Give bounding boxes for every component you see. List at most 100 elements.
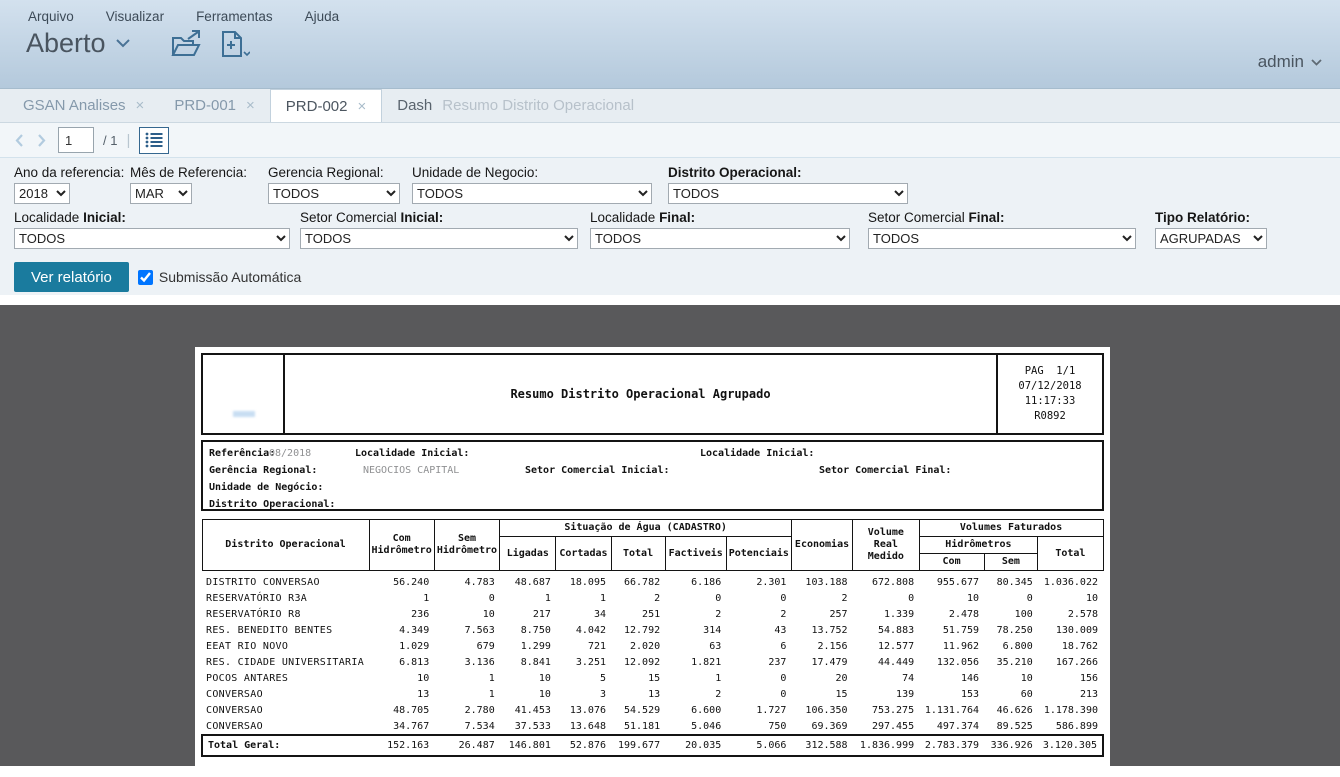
unidade-negocio-select[interactable]: TODOS (412, 183, 652, 204)
gerencia-regional-select[interactable]: TODOS (268, 183, 400, 204)
cell-value: 1.299 (500, 638, 556, 654)
localidade-inicial-select[interactable]: TODOS (14, 228, 290, 249)
total-value: 3.120.305 (1038, 735, 1103, 756)
cell-value: 2.478 (919, 606, 984, 622)
cell-value: 4.042 (556, 622, 611, 638)
total-value: 20.035 (665, 735, 726, 756)
total-value: 5.066 (726, 735, 791, 756)
tab-prd-002[interactable]: PRD-002 × (270, 89, 382, 122)
cell-value: 0 (726, 686, 791, 702)
table-row: RESERVATÓRIO R82361021734251222571.3392.… (202, 606, 1103, 622)
tab-prd-001[interactable]: PRD-001 × (159, 89, 269, 122)
tab-label: PRD-001 (174, 97, 236, 114)
pager-toolbar: / 1 | (0, 123, 1340, 158)
localidade-final-select[interactable]: TODOS (590, 228, 850, 249)
cell-distrito: RESERVATÓRIO R3A (202, 590, 369, 606)
cell-value: 314 (665, 622, 726, 638)
submissao-automatica-checkbox[interactable] (138, 270, 153, 285)
list-icon (145, 132, 163, 148)
cell-value: 48.705 (369, 702, 434, 718)
cell-value: 2.578 (1038, 606, 1103, 622)
cell-value: 1.178.390 (1038, 702, 1103, 718)
cell-value: 100 (984, 606, 1038, 622)
report-date: 07/12/2018 (1018, 379, 1081, 394)
cell-value: 721 (556, 638, 611, 654)
setor-comercial-final-select[interactable]: TODOS (868, 228, 1136, 249)
menu-arquivo[interactable]: Arquivo (28, 9, 74, 24)
col-economias: Economias (791, 520, 852, 571)
cell-value: 297.455 (853, 718, 920, 735)
cell-value: 10 (1038, 590, 1103, 606)
cell-value: 66.782 (611, 571, 665, 591)
mes-referencia-select[interactable]: MAR (130, 183, 192, 204)
cell-value: 3.251 (556, 654, 611, 670)
cell-value: 15 (611, 670, 665, 686)
cell-value: 1.821 (665, 654, 726, 670)
meta-distrito-label: Distrito Operacional: (209, 499, 335, 510)
open-dropdown-button[interactable]: Aberto (26, 28, 130, 59)
col-potenciais: Potenciais (726, 537, 791, 571)
menu-visualizar[interactable]: Visualizar (106, 9, 164, 24)
cell-value: 13.648 (556, 718, 611, 735)
user-menu[interactable]: admin (1258, 52, 1322, 72)
cell-value: 69.369 (791, 718, 852, 735)
col-vf-total: Total (1038, 537, 1103, 571)
cell-value: 54.883 (853, 622, 920, 638)
cell-value: 753.275 (853, 702, 920, 718)
cell-value: 78.250 (984, 622, 1038, 638)
total-value: 52.876 (556, 735, 611, 756)
tab-gsan-analises[interactable]: GSAN Analises × (8, 89, 159, 122)
cell-value: 3 (556, 686, 611, 702)
report-table-header: Distrito Operacional Com Hidrômetro Sem … (202, 520, 1103, 571)
table-row: CONVERSAO48.7052.78041.45313.07654.5296.… (202, 702, 1103, 718)
next-page-icon[interactable] (35, 130, 49, 150)
app-header: Arquivo Visualizar Ferramentas Ajuda Abe… (0, 0, 1340, 89)
total-value: 1.836.999 (853, 735, 920, 756)
close-icon[interactable]: × (357, 98, 366, 115)
tab-dash[interactable]: Dash (382, 89, 436, 122)
distrito-operacional-select[interactable]: TODOS (668, 183, 908, 204)
close-icon[interactable]: × (136, 97, 145, 114)
menu-ajuda[interactable]: Ajuda (305, 9, 340, 24)
setor-comercial-inicial-select[interactable]: TODOS (300, 228, 578, 249)
cell-distrito: RES. CIDADE UNIVERSITARIA (202, 654, 369, 670)
cell-distrito: EEAT RIO NOVO (202, 638, 369, 654)
col-vf-com: Com (919, 554, 984, 571)
cell-value: 34 (556, 606, 611, 622)
col-com-hidrometro: Com Hidrômetro (369, 520, 434, 571)
cell-value: 167.266 (1038, 654, 1103, 670)
cell-value: 132.056 (919, 654, 984, 670)
meta-unidade-label: Unidade de Negócio: (209, 482, 323, 493)
cell-value: 750 (726, 718, 791, 735)
cell-value: 6.813 (369, 654, 434, 670)
ano-referencia-select[interactable]: 2018 (14, 183, 70, 204)
menu-ferramentas[interactable]: Ferramentas (196, 9, 273, 24)
previous-page-icon[interactable] (12, 130, 26, 150)
table-row: EEAT RIO NOVO1.0296791.2997212.0206362.1… (202, 638, 1103, 654)
open-folder-icon[interactable] (170, 30, 202, 58)
table-row: RESERVATÓRIO R3A10112002010010 (202, 590, 1103, 606)
cell-value: 0 (434, 590, 500, 606)
col-vf-sem: Sem (984, 554, 1038, 571)
parameters-panel-button[interactable] (139, 127, 169, 154)
new-document-icon[interactable] (220, 30, 250, 58)
cell-value: 2.780 (434, 702, 500, 718)
cell-value: 586.899 (1038, 718, 1103, 735)
cell-value: 8.750 (500, 622, 556, 638)
cell-value: 17.479 (791, 654, 852, 670)
col-cortadas: Cortadas (556, 537, 611, 571)
spacer (0, 295, 1340, 305)
col-sem-hidrometro: Sem Hidrômetro (434, 520, 500, 571)
meta-setor-inicial-label: Setor Comercial Inicial: (525, 465, 670, 476)
cell-value: 80.345 (984, 571, 1038, 591)
page-number-input[interactable] (58, 127, 94, 153)
report-logo (203, 355, 285, 433)
meta-gerencia-label: Gerência Regional: (209, 465, 317, 476)
cell-value: 1.131.764 (919, 702, 984, 718)
tipo-relatorio-select[interactable]: AGRUPADAS (1155, 228, 1267, 249)
filter-label-gerencia: Gerencia Regional: (268, 164, 412, 181)
cell-value: 13.752 (791, 622, 852, 638)
ver-relatorio-button[interactable]: Ver relatório (14, 262, 129, 292)
close-icon[interactable]: × (246, 97, 255, 114)
cell-value: 5.046 (665, 718, 726, 735)
